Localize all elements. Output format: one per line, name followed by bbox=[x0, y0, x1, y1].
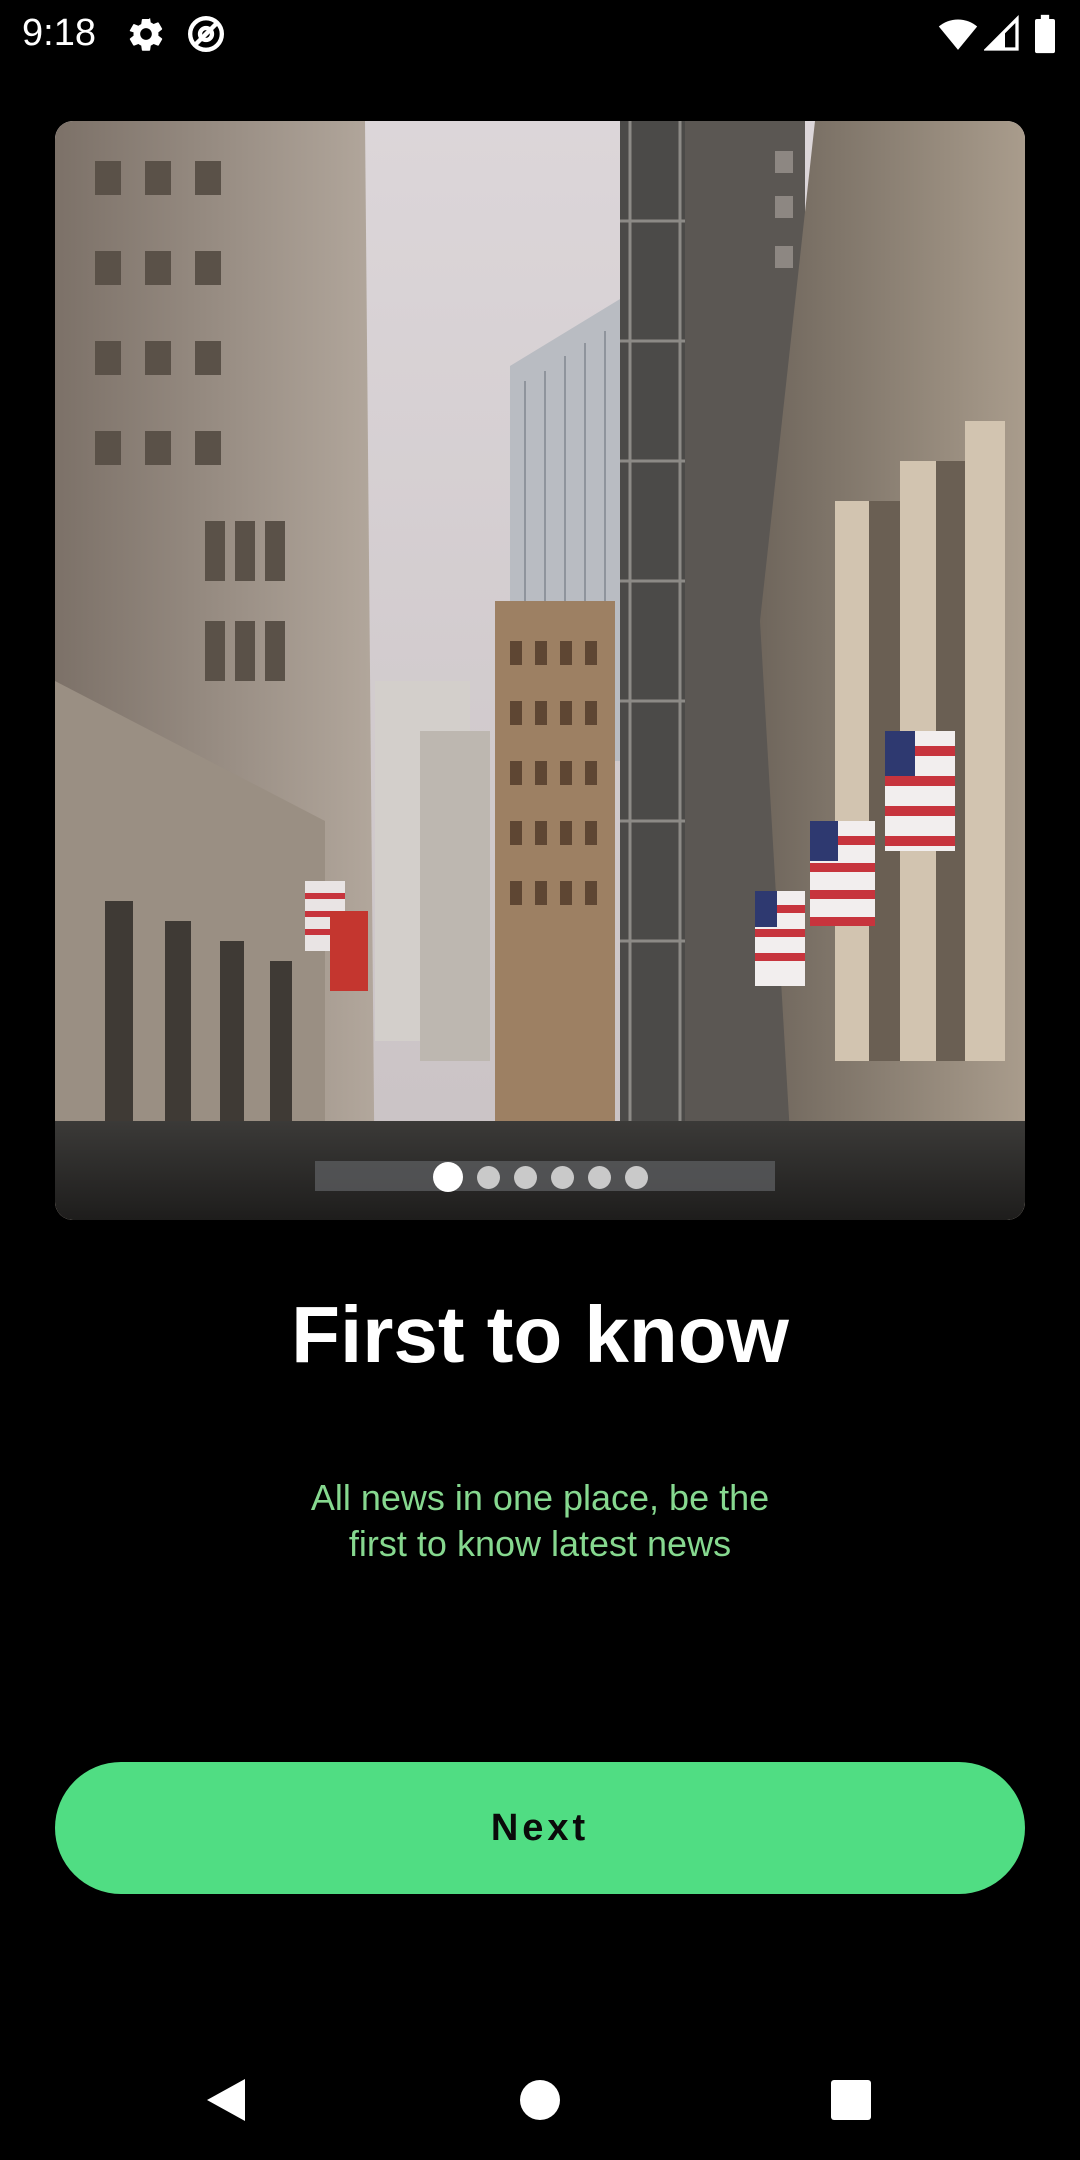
at-sign-icon bbox=[188, 16, 224, 52]
page-indicator[interactable] bbox=[55, 1162, 1025, 1192]
page-dot-4[interactable] bbox=[550, 1165, 574, 1189]
onboarding-subtitle: All news in one place, be the first to k… bbox=[270, 1475, 810, 1567]
page-dot-6[interactable] bbox=[624, 1165, 648, 1189]
signal-icon bbox=[984, 15, 1019, 51]
city-street-illustration bbox=[55, 121, 1025, 1220]
page-dot-3[interactable] bbox=[513, 1165, 537, 1189]
wifi-icon bbox=[938, 19, 978, 50]
page-dot-2[interactable] bbox=[476, 1165, 500, 1189]
onboarding-title: First to know bbox=[291, 1290, 789, 1379]
battery-icon bbox=[1035, 14, 1055, 54]
hero-image[interactable] bbox=[55, 121, 1025, 1220]
recents-button[interactable] bbox=[821, 2070, 881, 2130]
navigation-bar bbox=[0, 2040, 1080, 2160]
back-button[interactable] bbox=[196, 2070, 256, 2130]
page-dot-5[interactable] bbox=[587, 1165, 611, 1189]
subtitle-line-1: All news in one place, be the bbox=[310, 1477, 770, 1518]
home-button[interactable] bbox=[510, 2070, 570, 2130]
page-dot-1[interactable] bbox=[432, 1162, 463, 1192]
home-icon bbox=[520, 2080, 560, 2120]
recents-icon bbox=[831, 2080, 871, 2120]
status-bar: 9:18 bbox=[0, 0, 1080, 66]
subtitle-line-2: first to know latest news bbox=[348, 1523, 732, 1564]
next-button[interactable]: Next bbox=[55, 1762, 1025, 1894]
gear-icon bbox=[129, 18, 163, 51]
status-time: 9:18 bbox=[22, 12, 96, 54]
back-icon bbox=[207, 2079, 245, 2121]
